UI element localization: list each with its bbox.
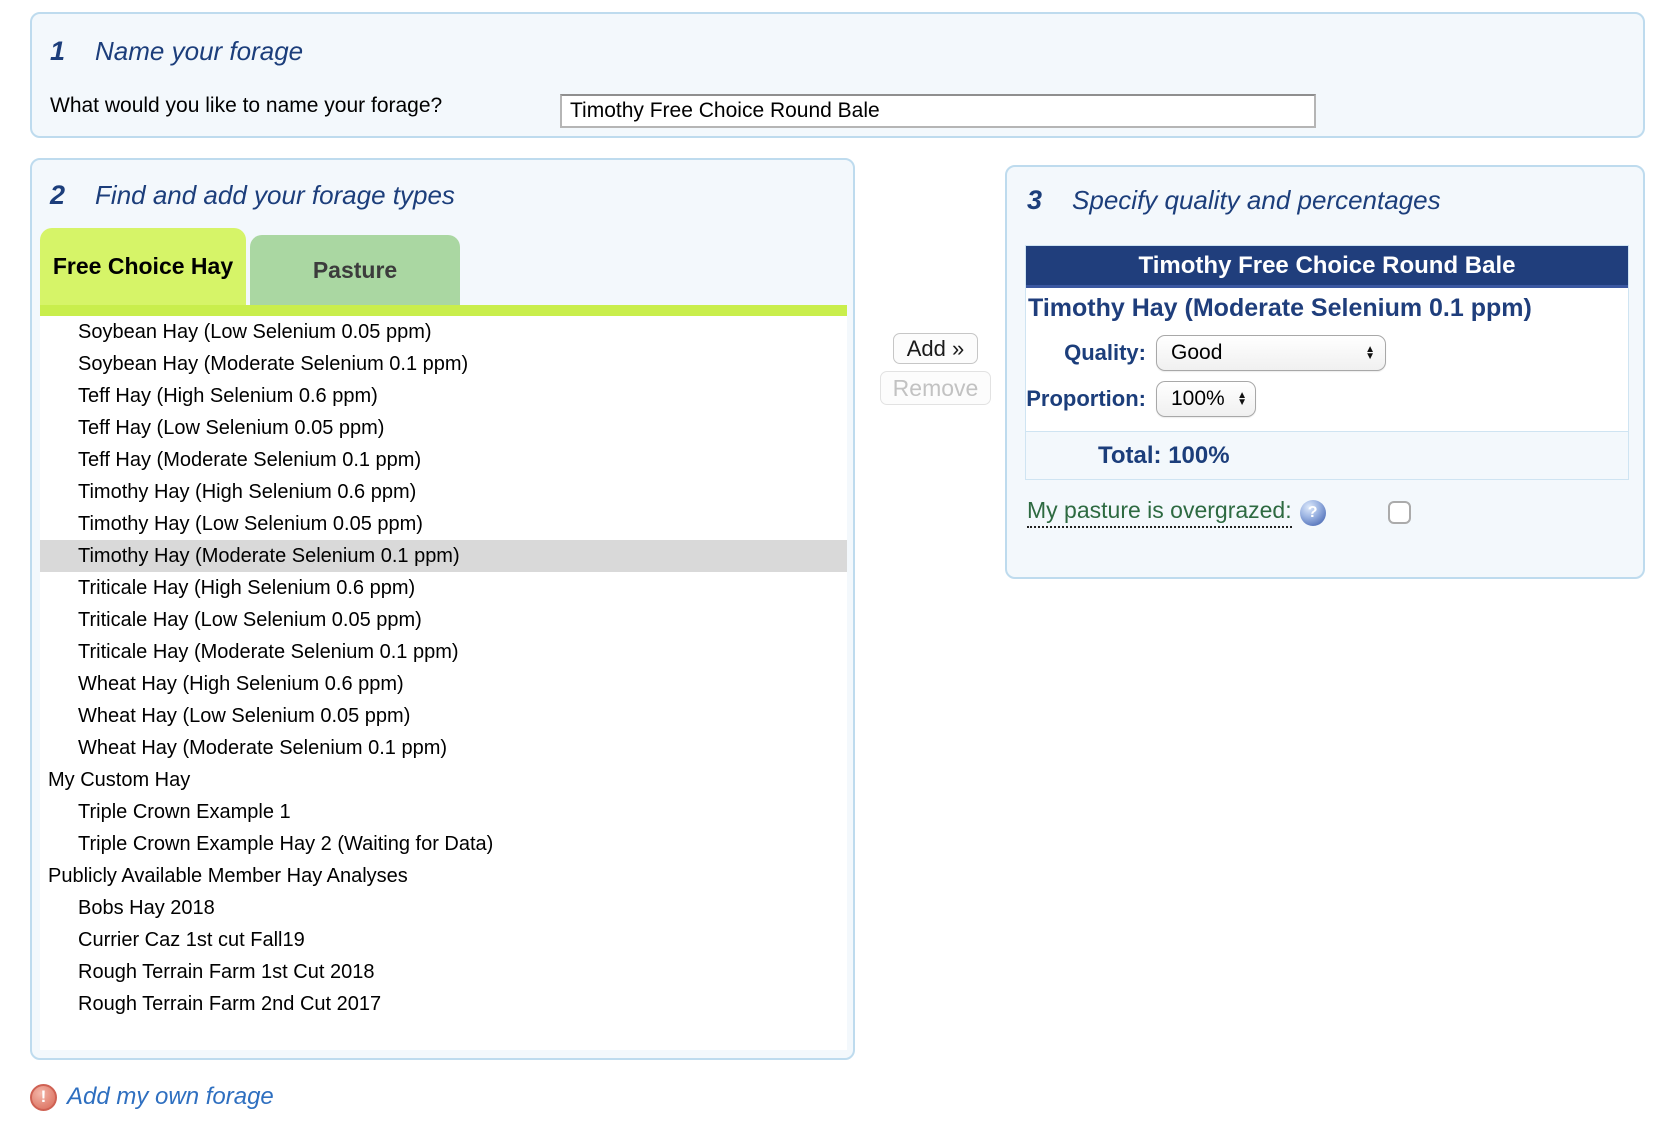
forage-group-header: Publicly Available Member Hay Analyses bbox=[40, 860, 847, 892]
step3-panel: 3 Specify quality and percentages Timoth… bbox=[1005, 165, 1645, 579]
step3-title: Specify quality and percentages bbox=[1072, 185, 1441, 216]
overgrazed-link[interactable]: My pasture is overgrazed: bbox=[1027, 497, 1292, 528]
step2-title: Find and add your forage types bbox=[95, 180, 455, 211]
proportion-select-value: 100% bbox=[1171, 387, 1225, 411]
select-arrows-icon: ▲▼ bbox=[1237, 392, 1247, 406]
alert-icon: ! bbox=[30, 1084, 57, 1111]
overgrazed-checkbox[interactable] bbox=[1388, 501, 1411, 524]
forage-list-item[interactable]: Timothy Hay (Moderate Selenium 0.1 ppm) bbox=[40, 540, 847, 572]
step1-title: Name your forage bbox=[95, 36, 303, 67]
quality-select[interactable]: Good ▲▼ bbox=[1156, 335, 1386, 371]
selected-forage-subtitle: Timothy Hay (Moderate Selenium 0.1 ppm) bbox=[1026, 288, 1628, 327]
forage-list-item[interactable]: Wheat Hay (Moderate Selenium 0.1 ppm) bbox=[40, 732, 847, 764]
step2-heading: 2 Find and add your forage types bbox=[32, 160, 853, 211]
step1-number: 1 bbox=[50, 36, 65, 67]
tab-free-choice-hay[interactable]: Free Choice Hay bbox=[40, 228, 246, 305]
forage-list-item[interactable]: Currier Caz 1st cut Fall19 bbox=[40, 924, 847, 956]
select-arrows-icon: ▲▼ bbox=[1365, 346, 1375, 360]
step2-number: 2 bbox=[50, 180, 65, 211]
forage-type-tabs: Free Choice Hay Pasture bbox=[40, 228, 847, 305]
forage-list-item[interactable]: Soybean Hay (Low Selenium 0.05 ppm) bbox=[40, 316, 847, 348]
total-row: Total: 100% bbox=[1026, 431, 1628, 479]
step3-number: 3 bbox=[1027, 185, 1042, 216]
forage-list-item[interactable]: Teff Hay (Moderate Selenium 0.1 ppm) bbox=[40, 444, 847, 476]
step2-panel: 2 Find and add your forage types Free Ch… bbox=[30, 158, 855, 1060]
forage-list-item[interactable]: Triticale Hay (High Selenium 0.6 ppm) bbox=[40, 572, 847, 604]
add-button[interactable]: Add » bbox=[893, 333, 978, 364]
step1-panel: 1 Name your forage What would you like t… bbox=[30, 12, 1645, 138]
proportion-select[interactable]: 100% ▲▼ bbox=[1156, 381, 1256, 417]
tab-underline-bar bbox=[40, 305, 847, 316]
forage-list-item[interactable]: Rough Terrain Farm 1st Cut 2018 bbox=[40, 956, 847, 988]
forage-name-question-label: What would you like to name your forage? bbox=[50, 94, 442, 118]
quality-select-value: Good bbox=[1171, 341, 1222, 365]
forage-name-input[interactable] bbox=[560, 94, 1316, 128]
step3-heading: 3 Specify quality and percentages bbox=[1007, 167, 1643, 216]
forage-list-item[interactable]: Triticale Hay (Low Selenium 0.05 ppm) bbox=[40, 604, 847, 636]
forage-list-item[interactable]: Timothy Hay (Low Selenium 0.05 ppm) bbox=[40, 508, 847, 540]
total-text: Total: 100% bbox=[1026, 442, 1230, 470]
forage-list-item[interactable]: Rough Terrain Farm 2nd Cut 2017 bbox=[40, 988, 847, 1020]
forage-list-item[interactable]: Wheat Hay (High Selenium 0.6 ppm) bbox=[40, 668, 847, 700]
quality-label: Quality: bbox=[1026, 340, 1146, 366]
forage-list-item[interactable]: Wheat Hay (Low Selenium 0.05 ppm) bbox=[40, 700, 847, 732]
forage-list-item[interactable]: Teff Hay (High Selenium 0.6 ppm) bbox=[40, 380, 847, 412]
forage-list-item[interactable]: Bobs Hay 2018 bbox=[40, 892, 847, 924]
selected-forage-box: Timothy Free Choice Round Bale Timothy H… bbox=[1025, 245, 1629, 480]
step1-heading: 1 Name your forage bbox=[32, 14, 1643, 67]
forage-list-item[interactable]: Soybean Hay (Moderate Selenium 0.1 ppm) bbox=[40, 348, 847, 380]
help-icon[interactable]: ? bbox=[1300, 500, 1326, 526]
forage-list-item[interactable]: Triple Crown Example 1 bbox=[40, 796, 847, 828]
proportion-label: Proportion: bbox=[1026, 386, 1146, 412]
forage-list-item[interactable]: Teff Hay (Low Selenium 0.05 ppm) bbox=[40, 412, 847, 444]
forage-list: Soybean Hay (Low Selenium 0.05 ppm)Soybe… bbox=[40, 316, 847, 1050]
forage-list-item[interactable]: Timothy Hay (High Selenium 0.6 ppm) bbox=[40, 476, 847, 508]
forage-group-header: My Custom Hay bbox=[40, 764, 847, 796]
forage-list-item[interactable]: Triple Crown Example Hay 2 (Waiting for … bbox=[40, 828, 847, 860]
tab-pasture[interactable]: Pasture bbox=[250, 235, 460, 305]
forage-setup-page: 1 Name your forage What would you like t… bbox=[0, 0, 1670, 1126]
add-own-forage-link[interactable]: Add my own forage bbox=[67, 1083, 274, 1111]
selected-forage-title-bar: Timothy Free Choice Round Bale bbox=[1026, 246, 1628, 288]
remove-button: Remove bbox=[880, 371, 991, 405]
forage-list-item[interactable]: Triticale Hay (Moderate Selenium 0.1 ppm… bbox=[40, 636, 847, 668]
